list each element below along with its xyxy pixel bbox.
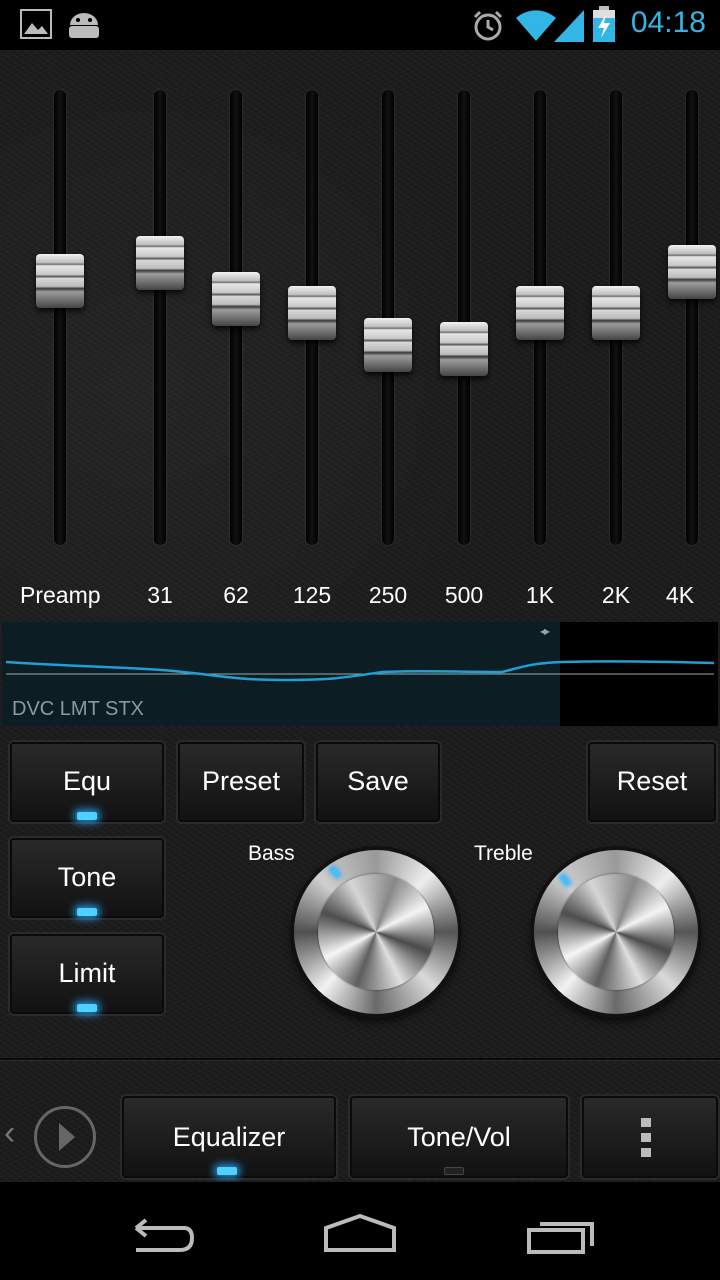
slider-track-preamp[interactable] (54, 90, 66, 545)
equ-button[interactable]: Equ (10, 742, 164, 822)
dvc-status-text: DVC LMT STX (12, 698, 144, 720)
tab-equalizer-label: Equalizer (172, 1122, 286, 1152)
preset-button-label: Preset (201, 766, 281, 796)
wifi-icon (516, 10, 556, 47)
save-button[interactable]: Save (316, 742, 440, 822)
tab-tone-vol[interactable]: Tone/Vol (350, 1096, 568, 1178)
reset-button[interactable]: Reset (588, 742, 716, 822)
tone-button[interactable]: Tone (10, 838, 164, 918)
slider-track-500[interactable] (458, 90, 470, 545)
overflow-menu-button[interactable] (582, 1096, 718, 1178)
overflow-menu-icon (641, 1118, 651, 1157)
tab-tone-vol-label: Tone/Vol (407, 1122, 511, 1152)
bottom-tab-bar: ‹ Equalizer Tone/Vol (0, 1068, 720, 1182)
prev-arrow-icon[interactable]: ‹ (4, 1114, 15, 1153)
recent-apps-icon[interactable] (526, 1216, 598, 1261)
tone-led-indicator (77, 908, 97, 916)
limit-button[interactable]: Limit (10, 934, 164, 1014)
equ-led-indicator (77, 812, 97, 820)
curve-resize-icon[interactable]: ◂▸ (540, 624, 550, 638)
band-label-250: 250 (368, 582, 408, 608)
slider-track-31[interactable] (154, 90, 166, 545)
bass-knob[interactable] (294, 850, 458, 1014)
save-button-label: Save (347, 766, 409, 796)
bass-knob-indicator (330, 866, 340, 878)
limit-button-label: Limit (58, 958, 116, 988)
slider-track-4k[interactable] (686, 90, 698, 545)
limit-led-indicator (77, 1004, 97, 1012)
bass-knob-center (318, 874, 434, 990)
clock: 04:18 (630, 6, 706, 39)
bass-label: Bass (248, 842, 295, 865)
back-icon[interactable] (124, 1218, 195, 1259)
treble-knob-center (558, 874, 674, 990)
divider (0, 1058, 720, 1061)
slider-knob-4k[interactable] (668, 245, 716, 299)
reset-button-label: Reset (616, 766, 688, 796)
tone-button-label: Tone (57, 862, 117, 892)
tab-equalizer[interactable]: Equalizer (122, 1096, 336, 1178)
battery-charging-icon (592, 6, 616, 47)
image-icon (20, 9, 52, 44)
treble-knob[interactable] (534, 850, 698, 1014)
slider-knob-250[interactable] (364, 317, 412, 372)
preset-button[interactable]: Preset (178, 742, 304, 822)
eq-curve-display[interactable]: ◂▸ DVC LMT STX (2, 622, 718, 726)
treble-label: Treble (474, 842, 533, 865)
status-bar: 04:18 (0, 0, 720, 50)
equ-button-label: Equ (62, 766, 112, 796)
tab-tone-vol-led (444, 1167, 464, 1175)
band-label-62: 62 (223, 582, 249, 608)
slider-knob-500[interactable] (440, 322, 488, 377)
home-icon[interactable] (322, 1212, 398, 1259)
play-icon[interactable] (34, 1106, 96, 1168)
band-label-preamp: Preamp (20, 582, 101, 608)
android-icon (66, 11, 102, 44)
slider-knob-31[interactable] (136, 235, 184, 290)
band-label-500: 500 (444, 582, 484, 608)
slider-knob-125[interactable] (288, 285, 336, 340)
slider-knob-62[interactable] (212, 272, 260, 327)
treble-knob-indicator (560, 874, 570, 886)
slider-knob-1k[interactable] (516, 285, 564, 340)
tab-equalizer-led (217, 1167, 237, 1175)
band-label-125: 125 (292, 582, 332, 608)
alarm-icon (472, 10, 504, 47)
band-label-31: 31 (147, 582, 173, 608)
band-label-4k: 4K (665, 582, 695, 608)
equalizer-screen: Preamp 31 62 125 250 500 1K 2K 4K ◂▸ DVC LMT STX… (0, 50, 720, 1182)
navigation-bar (0, 1182, 720, 1280)
signal-icon (554, 10, 584, 47)
slider-knob-preamp[interactable] (36, 254, 84, 309)
band-label-1k: 1K (525, 582, 555, 608)
slider-knob-2k[interactable] (592, 285, 640, 340)
